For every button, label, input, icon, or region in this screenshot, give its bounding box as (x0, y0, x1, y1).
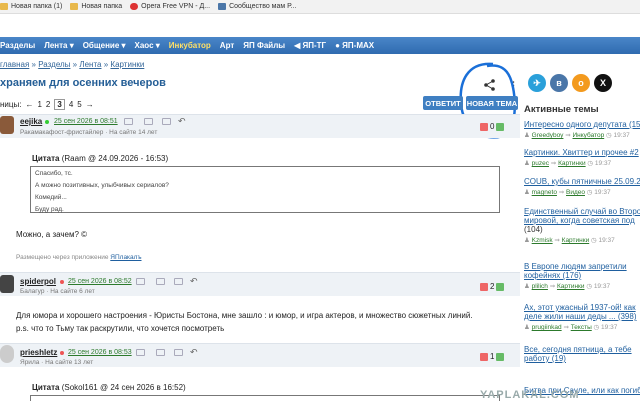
page-2[interactable]: 2 (46, 100, 50, 109)
online-status-icon (45, 120, 49, 124)
page-prev[interactable]: ← (25, 100, 33, 109)
nav-chat[interactable]: Общение ▾ (83, 41, 126, 50)
avatar[interactable] (0, 275, 14, 293)
user-status: Балагур · На сайте 6 лет (20, 288, 95, 295)
quote-title: Цитата (Raam @ 24.09.2026 - 16:53) (32, 154, 169, 163)
post-author[interactable]: prieshletz (20, 348, 57, 357)
folder-icon (70, 3, 79, 10)
crumb-pictures[interactable]: Картинки (110, 60, 144, 69)
main-nav: Разделы Лента ▾ Общение ▾ Хаос ▾ Инкубат… (0, 37, 640, 54)
sidebar: ✈ в о X Активные темы Интересно одного д… (524, 70, 640, 400)
reply-arrow-icon[interactable]: ↶ (190, 347, 198, 358)
avatar[interactable] (0, 116, 14, 134)
watermark: YAPLAKAL.COM (480, 389, 580, 401)
vote-down-icon[interactable] (480, 122, 488, 131)
bookmark-folder-2[interactable]: Новая папка (70, 3, 122, 10)
post-text: Для юмора и хорошего настроения - Юристы… (16, 311, 473, 320)
user-status: Ракамакафост-фристайлер · На сайте 14 ле… (20, 129, 158, 136)
odnoklassniki-icon[interactable]: о (572, 74, 590, 92)
telegram-icon[interactable]: ✈ (528, 74, 546, 92)
nav-chaos[interactable]: Хаос ▾ (135, 41, 160, 50)
topic-item[interactable]: Единственный случай во Второ мировой, ког… (524, 207, 640, 244)
flag-icon[interactable] (174, 349, 183, 356)
post-author[interactable]: eejika (20, 117, 42, 126)
post-author[interactable]: spiderpol (20, 277, 56, 286)
nav-telegram[interactable]: ◀ ЯП-ТГ (294, 41, 326, 50)
page-5[interactable]: 5 (77, 100, 81, 109)
topic-item[interactable]: Все, сегодня пятница, а тебе работу (19) (524, 345, 640, 363)
vk-icon[interactable]: в (550, 74, 568, 92)
mail-icon[interactable] (156, 278, 165, 285)
new-topic-button[interactable]: НОВАЯ ТЕМА (466, 96, 518, 110)
vote-down-icon[interactable] (480, 282, 488, 291)
page-4[interactable]: 4 (69, 100, 73, 109)
post-votes: 1 (478, 352, 506, 361)
page-1[interactable]: 1 (37, 100, 41, 109)
vote-up-icon[interactable] (496, 352, 505, 361)
breadcrumb: главная » Разделы » Лента » Картинки (0, 60, 145, 69)
topic-item[interactable]: Картинки. Хвиттер и прочее #2 ♟ puzec ⇒ К… (524, 148, 640, 167)
reply-arrow-icon[interactable]: ↶ (178, 116, 186, 127)
offline-status-icon (60, 351, 64, 355)
page-title: храняем для осенних вечеров (0, 77, 166, 89)
quote-block (30, 395, 500, 401)
mail-icon[interactable] (144, 118, 153, 125)
flag-icon[interactable] (174, 278, 183, 285)
avatar[interactable] (0, 345, 14, 363)
topic-item[interactable]: Ах, этот ужасный 1937-ой! как деле жили н… (524, 303, 640, 331)
quote-block: Спасибо, тс. А можно позитивных, улыбчивы… (30, 166, 500, 213)
mail-icon[interactable] (156, 349, 165, 356)
post-date[interactable]: 25 сен 2026 в 08:51 (54, 118, 118, 125)
nav-feed[interactable]: Лента ▾ (44, 41, 74, 50)
folder-icon (0, 3, 8, 10)
nav-art[interactable]: Арт (220, 41, 234, 50)
x-icon[interactable]: X (594, 74, 612, 92)
vote-down-icon[interactable] (480, 352, 488, 361)
bookmarks-bar: Новая папка (1) Новая папка Opera Free V… (0, 0, 640, 14)
post-date[interactable]: 25 сен 2026 в 08:52 (68, 278, 132, 285)
nav-files[interactable]: ЯП Файлы (243, 41, 285, 50)
bookmark-community[interactable]: Сообщество мам Р... (218, 3, 296, 10)
post-date[interactable]: 25 сен 2026 в 08:53 (68, 349, 132, 356)
offline-status-icon (60, 280, 64, 284)
opera-icon (130, 3, 139, 10)
crumb-home[interactable]: главная (0, 60, 29, 69)
page-next[interactable]: → (86, 100, 94, 109)
flag-icon[interactable] (162, 118, 171, 125)
via-app: Размещено через приложение ЯПлакалъ (16, 254, 142, 261)
post-votes: 2 (478, 282, 506, 291)
active-topics-heading: Активные темы (524, 104, 599, 115)
message-icon[interactable] (136, 278, 145, 285)
post-text-ps: p.s. что то Тьму так раскрутили, что хоч… (16, 324, 225, 333)
bookmark-opera-vpn[interactable]: Opera Free VPN - Д... (130, 3, 210, 10)
nav-incubator[interactable]: Инкубатор (169, 41, 211, 50)
vote-up-icon[interactable] (496, 122, 505, 131)
user-status: Ярила · На сайте 13 лет (20, 359, 94, 366)
nav-max[interactable]: ● ЯП-MAX (335, 41, 374, 50)
quote-title: Цитата (Sokol161 @ 24 сен 2026 в 16:52) (32, 383, 186, 392)
nav-sections[interactable]: Разделы (0, 41, 35, 50)
post-votes: 0 (478, 122, 506, 131)
vote-up-icon[interactable] (496, 282, 505, 291)
page-current[interactable]: 3 (54, 99, 65, 110)
reply-arrow-icon[interactable]: ↶ (190, 276, 198, 287)
vk-icon (218, 3, 227, 10)
pagination: ницы: ← 1 2 3 4 5 → (0, 99, 94, 110)
bookmark-folder-1[interactable]: Новая папка (1) (0, 3, 62, 10)
message-icon[interactable] (136, 349, 145, 356)
message-icon[interactable] (124, 118, 133, 125)
post-text: Можно, а зачем? © (16, 230, 88, 239)
topic-item[interactable]: Интересно одного депутата (15 ♟ Greedyboy… (524, 120, 640, 139)
topic-item[interactable]: COUB, кубы пятничные 25.09.2 ♟ magneto ⇒ … (524, 177, 640, 196)
crumb-feed[interactable]: Лента (79, 60, 101, 69)
crumb-sections[interactable]: Разделы (38, 60, 70, 69)
reply-button[interactable]: ОТВЕТИТ (423, 96, 463, 110)
topic-item[interactable]: В Европе людям запретили кофейнях (176) ♟ … (524, 262, 640, 290)
